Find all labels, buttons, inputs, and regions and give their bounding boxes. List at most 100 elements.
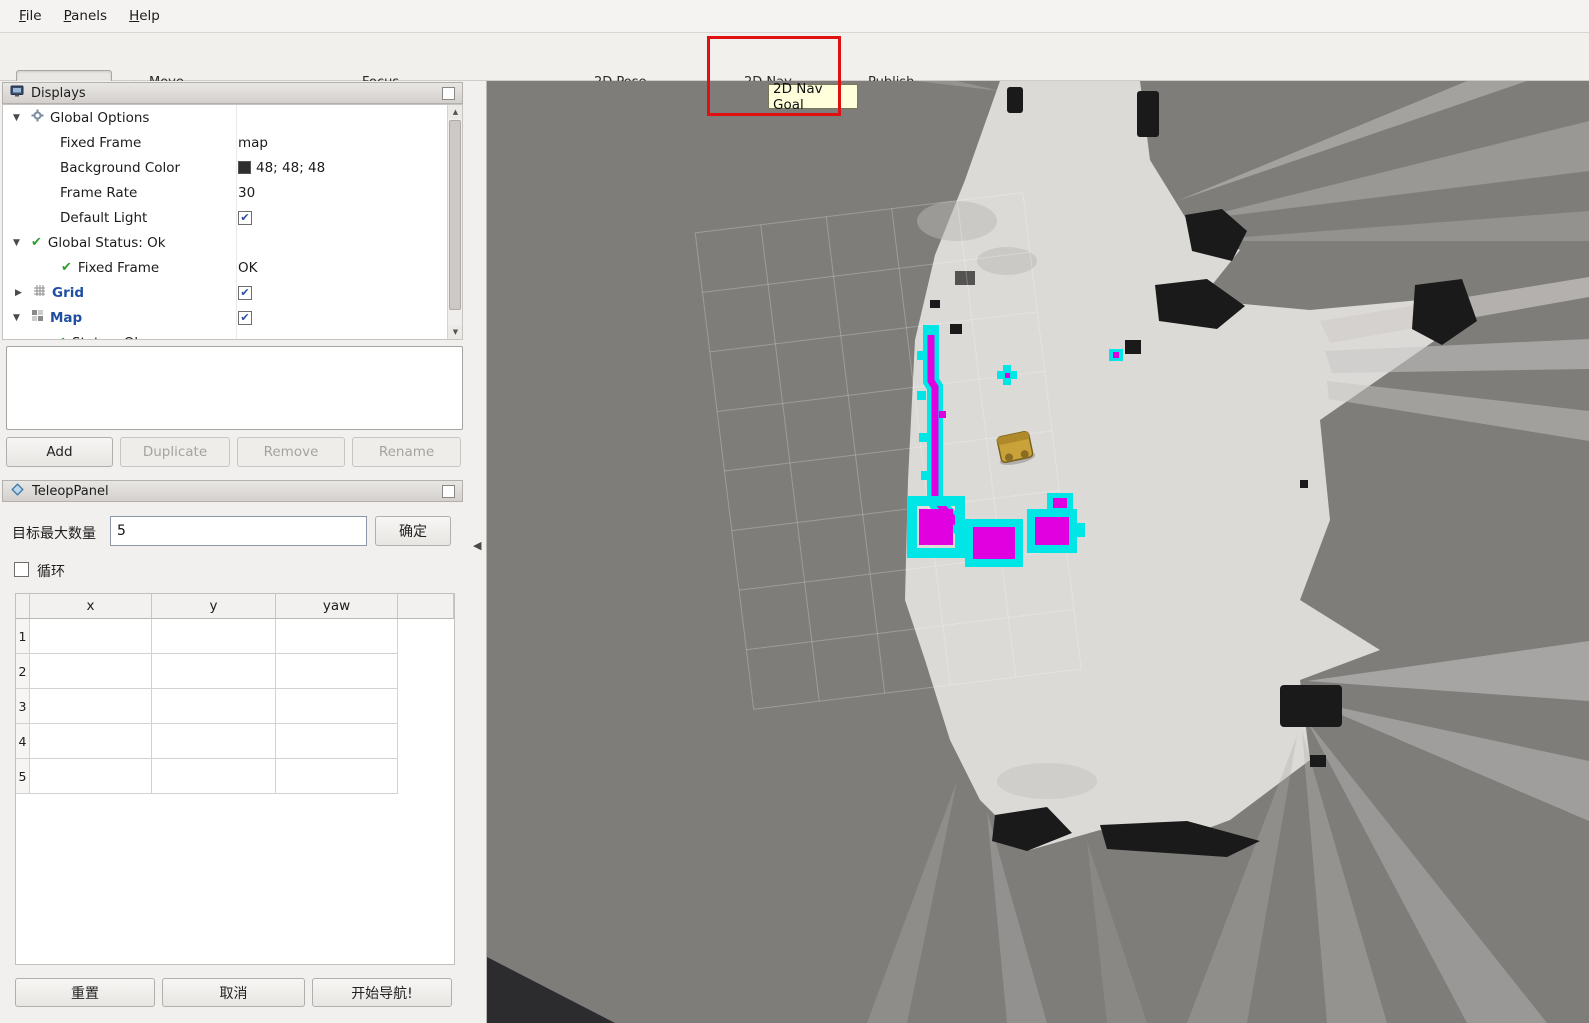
tree-row-value: ✔ <box>238 280 252 305</box>
tree-scrollbar[interactable]: ▲ ▼ <box>447 105 462 339</box>
gear-icon <box>31 109 44 126</box>
table-cell[interactable] <box>276 759 398 794</box>
table-cell[interactable] <box>152 724 276 759</box>
status-ok-check-icon: ✔ <box>61 260 72 275</box>
button-label: 确定 <box>399 521 427 541</box>
column-header-y[interactable]: y <box>152 594 276 619</box>
status-ok-check-icon: ✔ <box>31 235 42 250</box>
table-gutter <box>398 724 454 759</box>
row-header[interactable]: 4 <box>16 724 30 759</box>
duplicate-display-button[interactable]: Duplicate <box>120 437 230 467</box>
table-cell[interactable] <box>276 654 398 689</box>
tree-row-value[interactable]: map <box>238 130 268 155</box>
max-goal-input[interactable] <box>110 516 367 546</box>
column-header-x[interactable]: x <box>30 594 152 619</box>
table-gutter <box>398 654 454 689</box>
table-cell[interactable] <box>152 689 276 724</box>
tree-row-label: Global Status: Ok <box>48 235 166 251</box>
tree-row-global-options[interactable]: ▼ Global Options <box>3 105 462 130</box>
scrollbar-thumb[interactable] <box>449 120 461 310</box>
row-header[interactable]: 3 <box>16 689 30 724</box>
rename-display-button[interactable]: Rename <box>352 437 461 467</box>
table-cell[interactable] <box>152 619 276 654</box>
expander-down-icon[interactable]: ▼ <box>37 338 47 341</box>
displays-tree: ▼ Global Options Fixed Frame map Backgro… <box>2 104 463 340</box>
display-description-box <box>6 346 463 430</box>
table-cell[interactable] <box>152 759 276 794</box>
button-label: 取消 <box>220 983 248 1003</box>
button-label: 开始导航! <box>351 983 413 1003</box>
tree-row-label: Map <box>50 310 82 326</box>
checkbox-checked[interactable]: ✔ <box>238 211 252 225</box>
tree-row-label: Grid <box>52 285 84 301</box>
add-display-button[interactable]: Add <box>6 437 113 467</box>
teleop-panel-header[interactable]: TeleopPanel <box>2 480 463 502</box>
displays-panel-header[interactable]: Displays <box>2 82 463 104</box>
tree-row-default-light[interactable]: Default Light ✔ <box>3 205 462 230</box>
checkbox-checked[interactable]: ✔ <box>238 286 252 300</box>
table-cell[interactable] <box>30 759 152 794</box>
tree-row-global-status[interactable]: ▼ ✔ Global Status: Ok <box>3 230 462 255</box>
tree-row-map[interactable]: ▼ Map ✔ <box>3 305 462 330</box>
table-cell[interactable] <box>30 689 152 724</box>
row-header[interactable]: 2 <box>16 654 30 689</box>
menu-panels[interactable]: Panels <box>53 3 118 29</box>
cancel-button[interactable]: 取消 <box>162 978 305 1007</box>
checkbox-checked[interactable]: ✔ <box>238 311 252 325</box>
color-swatch[interactable] <box>238 161 251 174</box>
tree-row-grid[interactable]: ▶ Grid ✔ <box>3 280 462 305</box>
tree-row-map-status[interactable]: ▼ ✔ Status: Ok <box>3 330 462 340</box>
map-3d-view[interactable] <box>487 81 1589 1023</box>
loop-checkbox[interactable]: ✔ <box>14 562 29 577</box>
row-header[interactable]: 5 <box>16 759 30 794</box>
max-goal-label: 目标最大数量 <box>12 523 96 543</box>
start-navigation-button[interactable]: 开始导航! <box>312 978 452 1007</box>
table-cell[interactable] <box>152 654 276 689</box>
tree-row-value[interactable]: 48; 48; 48 <box>238 155 325 180</box>
expander-down-icon[interactable]: ▼ <box>13 113 23 123</box>
panel-title: Displays <box>31 86 86 101</box>
menu-help[interactable]: Help <box>118 3 171 29</box>
table-cell[interactable] <box>276 689 398 724</box>
tree-row-fixed-frame[interactable]: Fixed Frame map <box>3 130 462 155</box>
diamond-icon <box>10 482 25 501</box>
confirm-button[interactable]: 确定 <box>375 516 451 546</box>
reset-button[interactable]: 重置 <box>15 978 155 1007</box>
button-label: Remove <box>264 444 319 460</box>
panel-collapse-handle[interactable]: ◀ <box>473 539 481 552</box>
table-cell[interactable] <box>276 724 398 759</box>
panel-title: TeleopPanel <box>32 484 109 499</box>
table-cell[interactable] <box>276 619 398 654</box>
tree-row-value[interactable]: 30 <box>238 180 255 205</box>
tree-row-label: Fixed Frame <box>78 260 159 276</box>
rviz-window: File Panels Help Interact Move Camera Se… <box>0 0 1589 1023</box>
table-cell[interactable] <box>30 654 152 689</box>
table-cell[interactable] <box>30 724 152 759</box>
tree-row-label: Fixed Frame <box>60 135 141 151</box>
table-gutter <box>398 689 454 724</box>
row-header[interactable]: 1 <box>16 619 30 654</box>
button-label: Rename <box>379 444 434 460</box>
expander-right-icon[interactable]: ▶ <box>15 288 25 298</box>
expander-down-icon[interactable]: ▼ <box>13 313 23 323</box>
button-label: 重置 <box>71 983 99 1003</box>
tree-row-fixed-frame-status[interactable]: ✔ Fixed Frame OK <box>3 255 462 280</box>
panel-dock-button[interactable] <box>442 87 455 100</box>
tree-row-background-color[interactable]: Background Color 48; 48; 48 <box>3 155 462 180</box>
loop-label: 循环 <box>37 561 65 581</box>
remove-display-button[interactable]: Remove <box>237 437 345 467</box>
menu-file[interactable]: File <box>8 3 53 29</box>
expander-down-icon[interactable]: ▼ <box>13 238 23 248</box>
red-highlight-rectangle <box>707 36 841 116</box>
tree-row-frame-rate[interactable]: Frame Rate 30 <box>3 180 462 205</box>
table-cell[interactable] <box>30 619 152 654</box>
color-value: 48; 48; 48 <box>256 160 325 176</box>
corner-header-cell <box>16 594 30 619</box>
column-header-yaw[interactable]: yaw <box>276 594 398 619</box>
scroll-down-icon[interactable]: ▼ <box>448 325 463 339</box>
scroll-up-icon[interactable]: ▲ <box>448 105 463 119</box>
goal-table: x y yaw 1 2 3 4 5 <box>15 593 455 965</box>
column-header-blank <box>398 594 454 619</box>
panel-dock-button[interactable] <box>442 485 455 498</box>
tree-row-value: ✔ <box>238 305 252 330</box>
